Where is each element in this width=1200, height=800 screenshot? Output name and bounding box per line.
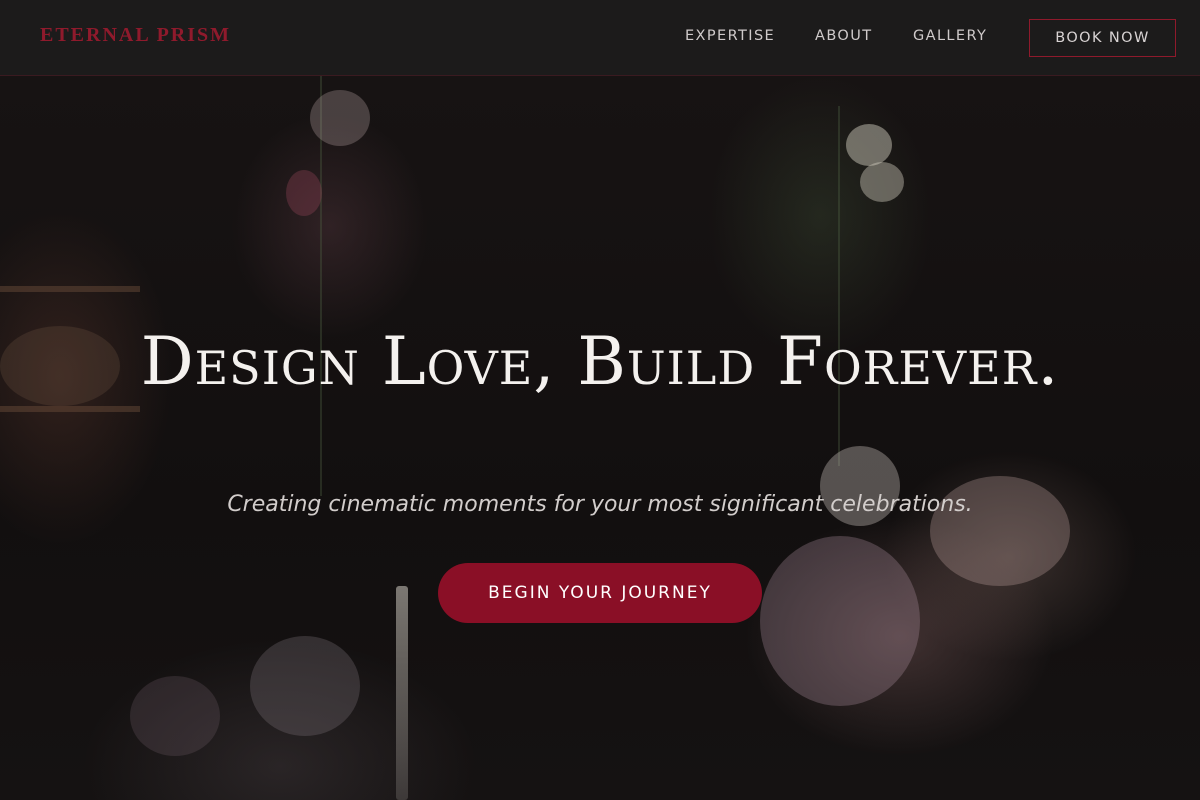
brand-logo[interactable]: ETERNAL PRISM bbox=[40, 24, 231, 47]
nav-link-expertise[interactable]: EXPERTISE bbox=[685, 28, 775, 44]
nav-link-gallery[interactable]: GALLERY bbox=[913, 28, 987, 44]
nav-link-about[interactable]: ABOUT bbox=[815, 28, 873, 44]
hero-section: Design Love, Build Forever. Creating cin… bbox=[0, 76, 1200, 800]
hero-subheadline: Creating cinematic moments for your most… bbox=[227, 492, 973, 517]
top-nav: ETERNAL PRISM EXPERTISE ABOUT GALLERY BO… bbox=[0, 0, 1200, 76]
hero-headline: Design Love, Build Forever. bbox=[140, 323, 1060, 400]
book-now-button[interactable]: BOOK NOW bbox=[1029, 19, 1176, 57]
begin-journey-button[interactable]: BEGIN YOUR JOURNEY bbox=[438, 563, 762, 623]
